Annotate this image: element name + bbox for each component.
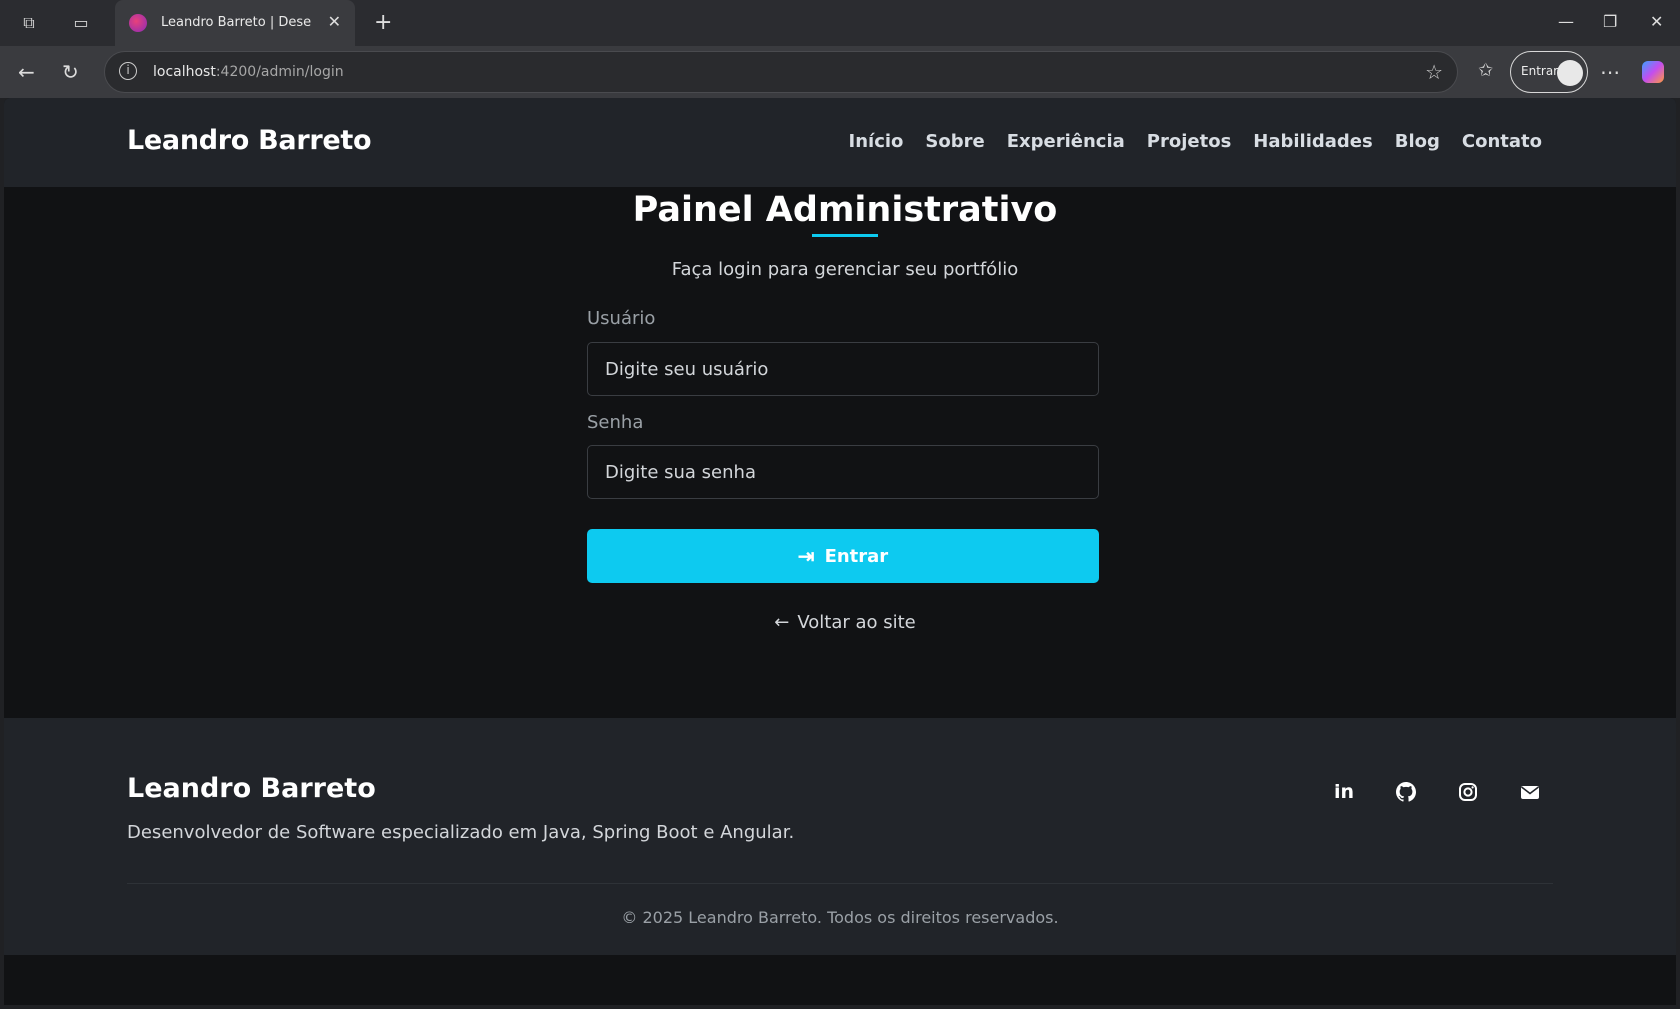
social-links: in [1334, 782, 1540, 802]
footer-brand: Leandro Barreto [127, 773, 376, 804]
tab-actions-icon[interactable]: ▭ [70, 12, 92, 34]
login-card: Painel Administrativo Faça login para ge… [549, 98, 1141, 678]
new-tab-icon[interactable]: + [374, 10, 392, 35]
copilot-icon[interactable] [1642, 61, 1664, 83]
site-info-icon[interactable]: i [119, 62, 137, 80]
browser-window: ⧉ ▭ Leandro Barreto | Desenvolvedor ✕ + … [0, 0, 1680, 1009]
nav-item-habilidades[interactable]: Habilidades [1253, 131, 1372, 152]
footer-divider [127, 883, 1553, 884]
profile-label: Entrar [1521, 64, 1559, 78]
address-bar[interactable]: i localhost:4200/admin/login ☆ [104, 51, 1458, 93]
tab-title: Leandro Barreto | Desenvolvedor [161, 15, 311, 30]
email-icon[interactable] [1520, 782, 1540, 802]
web-page: Leandro Barreto Início Sobre Experiência… [4, 98, 1676, 1005]
reload-icon[interactable]: ↻ [62, 60, 79, 84]
profile-button[interactable]: Entrar [1510, 51, 1588, 93]
submit-label: Entrar [824, 545, 889, 567]
workspaces-icon[interactable]: ⧉ [18, 12, 40, 34]
restore-icon[interactable]: ❐ [1603, 12, 1617, 31]
url-text[interactable]: localhost:4200/admin/login [153, 64, 344, 80]
nav-item-projetos[interactable]: Projetos [1147, 131, 1232, 152]
tab-active[interactable]: Leandro Barreto | Desenvolvedor ✕ [115, 0, 355, 46]
back-to-site-link[interactable]: ← Voltar ao site [549, 612, 1141, 633]
page-bottom-area [4, 955, 1676, 1005]
minimize-icon[interactable]: — [1558, 12, 1574, 31]
login-submit-button[interactable]: ⇥ Entrar [587, 529, 1099, 583]
sign-in-icon: ⇥ [797, 545, 815, 568]
linkedin-icon[interactable]: in [1334, 782, 1354, 802]
site-brand[interactable]: Leandro Barreto [127, 125, 372, 156]
password-input[interactable] [587, 445, 1099, 499]
avatar [1557, 60, 1583, 86]
tab-close-icon[interactable]: ✕ [328, 12, 341, 31]
address-bar-row: ← ↻ i localhost:4200/admin/login ☆ ✩ Ent… [0, 46, 1680, 98]
arrow-left-icon: ← [774, 612, 790, 633]
window-close-icon[interactable]: ✕ [1650, 12, 1663, 31]
username-input[interactable] [587, 342, 1099, 396]
instagram-icon[interactable] [1458, 782, 1478, 802]
tab-favicon-icon [129, 14, 147, 32]
more-options-icon[interactable]: ⋯ [1600, 60, 1620, 84]
favorites-icon[interactable]: ✩ [1478, 60, 1493, 81]
back-label: Voltar ao site [797, 612, 916, 633]
favorite-star-icon[interactable]: ☆ [1425, 60, 1443, 84]
password-label: Senha [587, 412, 644, 433]
footer-description: Desenvolvedor de Software especializado … [127, 822, 795, 843]
login-subtitle: Faça login para gerenciar seu portfólio [671, 259, 1019, 280]
site-footer: Leandro Barreto Desenvolvedor de Softwar… [4, 718, 1676, 955]
copyright-text: © 2025 Leandro Barreto. Todos os direito… [621, 908, 1059, 927]
github-icon[interactable] [1396, 782, 1417, 802]
username-label: Usuário [587, 308, 656, 329]
nav-item-blog[interactable]: Blog [1395, 131, 1440, 152]
title-underline [812, 234, 878, 237]
tab-strip: ⧉ ▭ Leandro Barreto | Desenvolvedor ✕ + … [0, 0, 1680, 46]
nav-item-contato[interactable]: Contato [1462, 131, 1542, 152]
page-title: Painel Administrativo [632, 190, 1058, 230]
back-icon[interactable]: ← [18, 60, 35, 84]
